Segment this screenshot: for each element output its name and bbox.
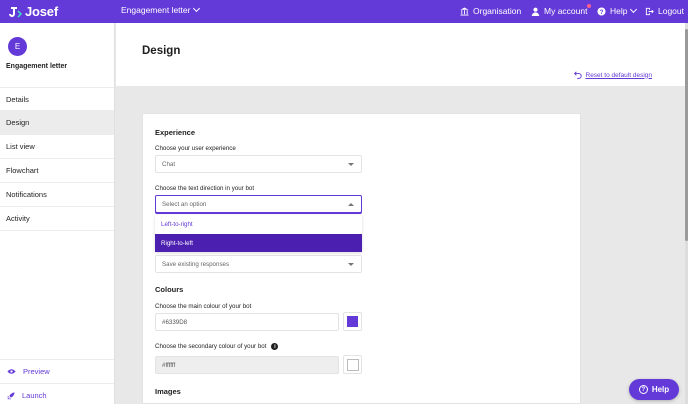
sidebar-item-flowchart[interactable]: Flowchart <box>0 159 114 183</box>
logout-label: Logout <box>658 6 684 16</box>
direction-select[interactable]: Select an option <box>155 195 362 213</box>
my-account-label-wrap: My account <box>544 4 592 16</box>
launch-button[interactable]: Launch <box>0 383 114 404</box>
organisation-label: Organisation <box>473 6 522 16</box>
rocket-icon <box>7 391 15 400</box>
caret-up-icon <box>348 203 354 206</box>
avatar-letter: E <box>14 42 21 51</box>
secondary-colour-swatch <box>346 358 359 371</box>
main-colour-swatch <box>347 316 358 327</box>
experience-section-title: Experience <box>155 128 196 137</box>
images-section-title: Images <box>155 387 181 396</box>
sidebar-item-label: Activity <box>6 214 30 223</box>
my-account-label: My account <box>544 6 588 16</box>
sidebar-item-design[interactable]: Design <box>0 111 114 135</box>
logo-text: Josef <box>25 4 58 19</box>
help-floating-button[interactable]: ? Help <box>629 379 679 400</box>
secondary-colour-label-text: Choose the secondary colour of your bot <box>155 343 267 350</box>
help-circle-icon: ? <box>597 6 606 15</box>
top-bar: Josef Engagement letter Organisation My … <box>0 0 688 23</box>
reset-link-label: Reset to default design <box>585 71 653 79</box>
preview-button[interactable]: Preview <box>0 359 114 383</box>
reset-to-default-link[interactable]: Reset to default design <box>573 71 653 79</box>
bank-icon <box>460 6 469 16</box>
design-settings-card: Experience Choose your user experience C… <box>142 113 581 404</box>
bot-selector-label: Engagement letter <box>121 5 191 15</box>
help-question-icon: ? <box>638 385 648 394</box>
page-title: Design <box>142 45 181 57</box>
sidebar-bot-name: Engagement letter <box>6 63 68 70</box>
colours-section-title: Colours <box>155 285 184 294</box>
responses-select[interactable]: Save existing responses <box>155 255 362 273</box>
direction-label-text: Choose the text direction in your bot <box>155 185 255 192</box>
main-colour-label: Choose the main colour of your bot <box>155 303 251 310</box>
option-left-to-right[interactable]: Left-to-right <box>155 215 362 233</box>
svg-text:?: ? <box>600 8 604 15</box>
help-menu[interactable]: ? Help <box>597 5 638 16</box>
direction-select-placeholder: Select an option <box>162 200 207 208</box>
responses-select-value: Save existing responses <box>162 260 230 268</box>
ux-select-value: Chat <box>162 160 176 168</box>
sidebar-item-label: List view <box>6 142 35 151</box>
sidebar-item-activity[interactable]: Activity <box>0 207 114 231</box>
help-button-label: Help <box>651 385 670 394</box>
sidebar-item-label: Details <box>6 94 29 104</box>
sidebar-item-label: Design <box>6 118 30 127</box>
logout-icon <box>645 7 654 15</box>
bot-selector[interactable]: Engagement letter <box>121 4 201 15</box>
logo-mark-icon <box>8 5 23 19</box>
main-colour-label-text: Choose the main colour of your bot <box>155 303 252 310</box>
chevron-down-icon <box>193 4 201 13</box>
sidebar-item-label: Flowchart <box>6 166 39 175</box>
page-header: Design Reset to default design <box>116 23 686 86</box>
caret-down-icon <box>348 163 354 166</box>
sidebar-item-label: Notifications <box>6 190 47 199</box>
sidebar-item-list-view[interactable]: List view <box>0 135 114 159</box>
josef-logo[interactable]: Josef <box>8 3 58 20</box>
notification-dot <box>587 4 592 8</box>
ux-label: Choose your user experience <box>155 145 236 152</box>
main-colour-value: #6339D8 <box>162 318 188 326</box>
secondary-colour-input[interactable]: #ffffff <box>155 356 339 374</box>
sidebar: E Engagement letter Details Design List … <box>0 23 115 404</box>
help-question-glyph: ? <box>641 386 646 393</box>
direction-dropdown-menu: Left-to-right Right-to-left <box>155 215 362 252</box>
main-colour-swatch-button[interactable] <box>343 312 362 331</box>
user-icon <box>531 7 540 16</box>
preview-label: Preview <box>23 367 50 376</box>
avatar: E <box>8 37 27 56</box>
undo-icon <box>573 71 582 79</box>
sidebar-item-notifications[interactable]: Notifications <box>0 183 114 207</box>
secondary-colour-swatch-button[interactable] <box>343 355 362 374</box>
info-icon-glyph: i <box>274 343 276 350</box>
logout-link[interactable]: Logout <box>645 6 684 16</box>
option-right-to-left[interactable]: Right-to-left <box>155 234 362 252</box>
help-menu-label: Help <box>610 6 628 16</box>
my-account-link[interactable]: My account <box>531 4 592 16</box>
eye-icon <box>7 369 16 374</box>
caret-down-icon <box>348 263 354 266</box>
launch-label: Launch <box>22 391 47 400</box>
organisation-link[interactable]: Organisation <box>460 6 521 16</box>
secondary-colour-value: #ffffff <box>162 361 176 369</box>
ux-label-text: Choose your user experience <box>155 145 236 152</box>
ux-select[interactable]: Chat <box>155 155 362 173</box>
secondary-colour-label: Choose the secondary colour of your bot … <box>155 343 279 350</box>
info-icon[interactable]: i <box>271 343 279 350</box>
direction-label: Choose the text direction in your bot <box>155 185 254 192</box>
sidebar-item-details[interactable]: Details <box>0 87 114 111</box>
chevron-down-icon <box>630 5 638 14</box>
main-colour-input[interactable]: #6339D8 <box>155 313 339 331</box>
